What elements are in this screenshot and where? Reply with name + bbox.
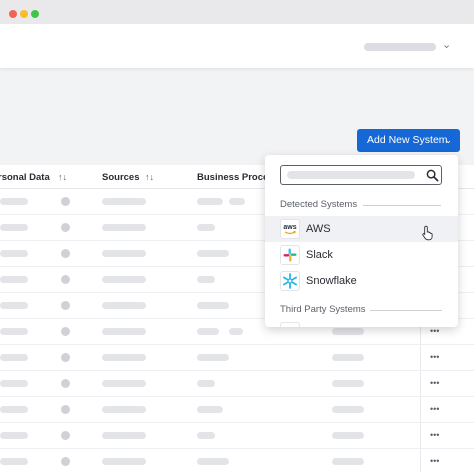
business-process-placeholder: [197, 432, 215, 439]
sources-placeholder: [102, 198, 146, 205]
chevron-down-icon: ⌄: [444, 135, 452, 145]
dropdown-item-label: AWS: [306, 223, 331, 235]
business-process-placeholder: [229, 328, 243, 335]
dropdown-item-label: Slack: [306, 249, 333, 261]
status-dot-icon: [61, 457, 70, 466]
status-dot-icon: [61, 405, 70, 414]
owner-placeholder: [332, 432, 364, 439]
status-dot-icon: [61, 249, 70, 258]
status-dot-icon: [61, 275, 70, 284]
maximize-window-button[interactable]: [31, 10, 39, 18]
business-process-placeholder: [229, 198, 245, 205]
third-party-logo-icon: [280, 322, 300, 327]
business-process-placeholder: [197, 276, 215, 283]
personal-data-placeholder: [0, 198, 28, 205]
detected-systems-heading: Detected Systems: [280, 199, 358, 210]
personal-data-placeholder: [0, 406, 28, 413]
column-header-personal-data[interactable]: rsonal Data: [0, 172, 50, 183]
table-row[interactable]: •••: [0, 423, 474, 449]
close-window-button[interactable]: [9, 10, 17, 18]
owner-placeholder: [332, 458, 364, 465]
aws-logo-text: aws: [283, 224, 296, 231]
row-more-actions-icon[interactable]: •••: [430, 456, 439, 466]
personal-data-placeholder: [0, 354, 28, 361]
sources-placeholder: [102, 458, 146, 465]
table-row[interactable]: •••: [0, 345, 474, 371]
hand-pointer-icon: [422, 225, 433, 241]
search-placeholder: [287, 171, 415, 179]
business-process-placeholder: [197, 198, 223, 205]
owner-placeholder: [332, 380, 364, 387]
row-more-actions-icon[interactable]: •••: [430, 326, 439, 336]
status-dot-icon: [61, 197, 70, 206]
table-row[interactable]: •••: [0, 397, 474, 423]
window-titlebar: [0, 0, 474, 24]
table-row[interactable]: •••: [0, 371, 474, 397]
row-more-actions-icon[interactable]: •••: [430, 404, 439, 414]
status-dot-icon: [61, 379, 70, 388]
user-menu-placeholder[interactable]: [364, 43, 436, 51]
row-more-actions-icon[interactable]: •••: [430, 430, 439, 440]
status-dot-icon: [61, 301, 70, 310]
minimize-window-button[interactable]: [20, 10, 28, 18]
business-process-placeholder: [197, 458, 229, 465]
snowflake-logo-icon: [280, 271, 300, 291]
business-process-placeholder: [197, 380, 215, 387]
sources-placeholder: [102, 406, 146, 413]
personal-data-placeholder: [0, 458, 28, 465]
section-divider: [363, 205, 441, 206]
section-divider: [370, 310, 442, 311]
column-header-sources[interactable]: Sources: [102, 172, 140, 183]
sources-placeholder: [102, 224, 146, 231]
personal-data-placeholder: [0, 224, 28, 231]
sources-placeholder: [102, 354, 146, 361]
sources-placeholder: [102, 250, 146, 257]
search-icon[interactable]: [426, 169, 439, 182]
business-process-placeholder: [197, 250, 229, 257]
business-process-placeholder: [197, 354, 229, 361]
add-new-system-label: Add New System: [367, 134, 448, 146]
sort-icon[interactable]: ↑↓: [145, 172, 154, 182]
status-dot-icon: [61, 353, 70, 362]
system-search-input[interactable]: [280, 165, 442, 185]
sources-placeholder: [102, 432, 146, 439]
business-process-placeholder: [197, 328, 219, 335]
sort-icon[interactable]: ↑↓: [58, 172, 67, 182]
status-dot-icon: [61, 327, 70, 336]
row-more-actions-icon[interactable]: •••: [430, 378, 439, 388]
dropdown-item-snowflake[interactable]: Snowflake: [265, 268, 458, 294]
sources-placeholder: [102, 302, 146, 309]
business-process-placeholder: [197, 406, 223, 413]
sources-placeholder: [102, 276, 146, 283]
sources-placeholder: [102, 328, 146, 335]
sources-placeholder: [102, 380, 146, 387]
personal-data-placeholder: [0, 250, 28, 257]
slack-logo-icon: [280, 245, 300, 265]
personal-data-placeholder: [0, 380, 28, 387]
dropdown-item-label: Snowflake: [306, 275, 357, 287]
table-row[interactable]: •••: [0, 449, 474, 472]
add-system-dropdown: Detected Systems aws AWS Slack Snowflake…: [265, 155, 458, 327]
status-dot-icon: [61, 431, 70, 440]
status-dot-icon: [61, 223, 70, 232]
chevron-down-icon[interactable]: ⌄: [442, 38, 451, 51]
third-party-systems-heading: Third Party Systems: [280, 304, 366, 315]
owner-placeholder: [332, 354, 364, 361]
personal-data-placeholder: [0, 328, 28, 335]
owner-placeholder: [332, 328, 364, 335]
owner-placeholder: [332, 406, 364, 413]
personal-data-placeholder: [0, 432, 28, 439]
dropdown-item-slack[interactable]: Slack: [265, 242, 458, 268]
personal-data-placeholder: [0, 302, 28, 309]
business-process-placeholder: [197, 224, 215, 231]
aws-logo-icon: aws: [280, 219, 300, 239]
personal-data-placeholder: [0, 276, 28, 283]
row-more-actions-icon[interactable]: •••: [430, 352, 439, 362]
business-process-placeholder: [197, 302, 229, 309]
add-new-system-button[interactable]: Add New System ⌄: [357, 129, 460, 152]
